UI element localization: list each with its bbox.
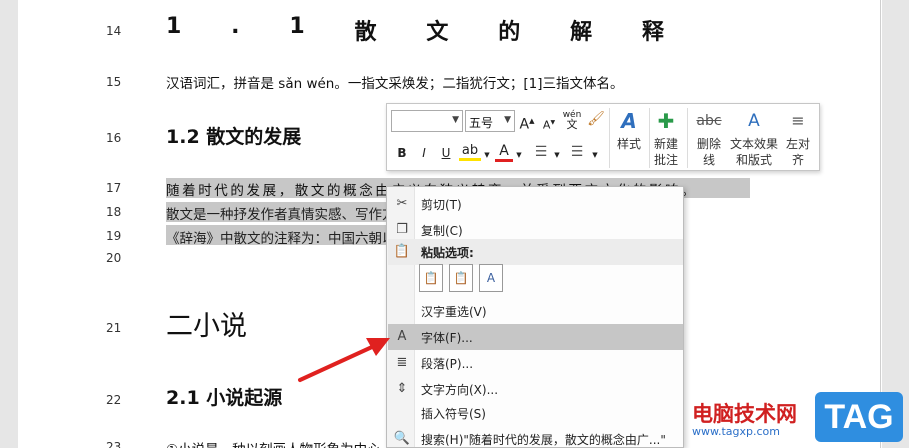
annotation-arrow [298, 338, 390, 382]
watermark-site-name: 电脑技术网 [692, 402, 797, 426]
watermark-url: www.tagxp.com [692, 425, 780, 438]
tag-logo: TAG [815, 392, 903, 442]
